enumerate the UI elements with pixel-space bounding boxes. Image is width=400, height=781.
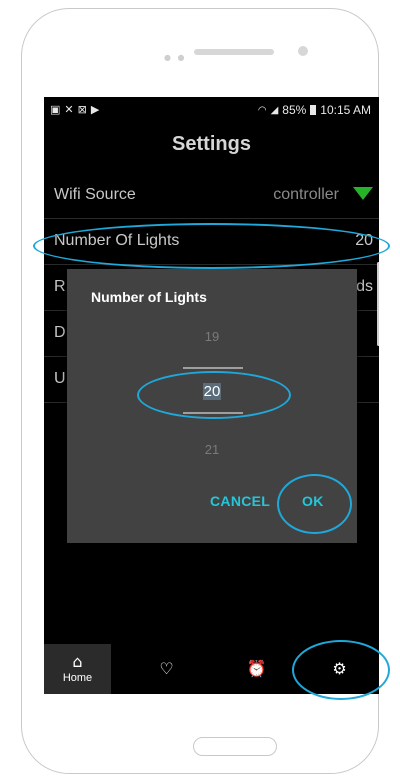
setting-label: U <box>54 370 66 387</box>
ok-button[interactable]: OK <box>302 493 324 509</box>
page-title: Settings <box>172 133 251 155</box>
alarm-icon: ⏰ <box>246 659 267 678</box>
setting-value: controller <box>273 186 339 203</box>
nav-home[interactable]: ⌂ Home <box>44 644 111 694</box>
picker-divider-bottom <box>183 412 243 414</box>
picker-next-value[interactable]: 21 <box>67 442 357 457</box>
setting-label: Number Of Lights <box>54 232 180 249</box>
cell-signal-icon: ◢ <box>270 104 279 116</box>
battery-percent: 85% <box>282 103 307 117</box>
nav-home-label: Home <box>62 672 93 684</box>
clock: 10:15 AM <box>320 103 371 117</box>
play-icon: ▶ <box>90 103 100 116</box>
setting-row-wifi-source[interactable]: Wifi Source controller <box>44 173 379 219</box>
setting-value: ds <box>356 278 373 295</box>
nav-favorites[interactable]: ♡ <box>133 644 200 694</box>
scrollbar[interactable] <box>377 262 379 346</box>
setting-label: D <box>54 324 66 341</box>
dialog-title: Number of Lights <box>91 289 207 305</box>
phone-home-button[interactable] <box>193 737 277 756</box>
shuffle-icon: ✕ <box>64 103 74 116</box>
setting-label: R <box>54 278 66 295</box>
wifi-signal-icon: ◠ <box>257 104 267 116</box>
picker-current-value[interactable]: 20 <box>67 383 357 400</box>
heart-icon: ♡ <box>159 659 174 678</box>
picker-prev-value[interactable]: 19 <box>67 329 357 344</box>
number-of-lights-dialog: Number of Lights 19 20 21 CANCEL OK <box>67 269 357 543</box>
front-camera <box>298 46 308 56</box>
wifi-icon <box>353 187 373 200</box>
bottom-nav: ⌂ Home ♡ ⏰ ⚙ <box>44 644 379 694</box>
gear-icon: ⚙ <box>332 659 347 678</box>
sensor-dots: ● ● <box>164 53 187 62</box>
nav-alarms[interactable]: ⏰ <box>223 644 290 694</box>
setting-value: 20 <box>355 232 373 249</box>
battery-icon <box>310 105 317 115</box>
picker-divider-top <box>183 367 243 369</box>
home-icon: ⌂ <box>72 652 83 671</box>
notification-icon: ⊠ <box>77 103 87 116</box>
nav-settings[interactable]: ⚙ <box>306 644 373 694</box>
speaker-grille <box>194 49 274 55</box>
image-icon: ▣ <box>50 103 61 116</box>
cancel-button[interactable]: CANCEL <box>210 493 270 509</box>
picker-current-text[interactable]: 20 <box>202 383 222 400</box>
setting-row-number-of-lights[interactable]: Number Of Lights 20 <box>44 219 379 265</box>
app-screen: ▣ ✕ ⊠ ▶ ◠ ◢ 85% 10:15 AM Settings Wifi S… <box>44 97 379 694</box>
setting-label: Wifi Source <box>54 186 136 203</box>
status-bar: ▣ ✕ ⊠ ▶ ◠ ◢ 85% 10:15 AM <box>44 97 379 123</box>
